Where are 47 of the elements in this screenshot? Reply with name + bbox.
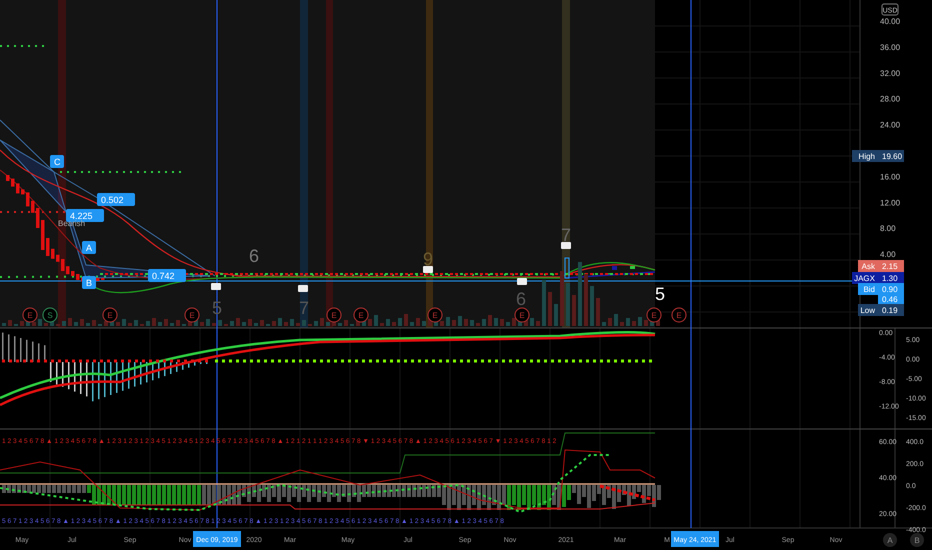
pattern-label: B [82, 276, 96, 289]
price-label-tag: Ask [858, 260, 878, 272]
price-label-tag: JAGX [852, 272, 878, 284]
price-value-tag: 19.60 [878, 150, 904, 162]
pattern-label: C [50, 155, 64, 168]
event-marker[interactable]: E [184, 308, 200, 322]
price-label-tag: Bid [858, 283, 878, 295]
axis-tick-label: 28.00 [880, 94, 900, 104]
wave-count: 9 [423, 249, 433, 269]
wave-count: 5 [655, 284, 665, 304]
axis-tick-label: 4.00 [880, 250, 896, 260]
axis-tick-label: 12.00 [880, 198, 900, 208]
event-marker[interactable]: E [326, 308, 342, 322]
price-label-tag: Low [858, 304, 878, 316]
scale-mode-button[interactable]: A [883, 533, 897, 547]
event-marker[interactable]: E [646, 308, 662, 322]
event-marker[interactable]: S [42, 308, 58, 322]
price-label-tag: High [852, 150, 878, 162]
axis-tick-label: 40.00 [880, 17, 900, 26]
event-marker[interactable]: E [428, 308, 442, 322]
event-marker[interactable]: E [102, 308, 118, 322]
pattern-label: A [82, 241, 96, 254]
axis-tick-label: 24.00 [880, 120, 900, 130]
price-value-tag: 1.30 [878, 272, 904, 284]
scale-mode-button[interactable]: B [910, 533, 924, 547]
pattern-label: 0.502 [97, 193, 135, 206]
event-marker[interactable]: E [672, 308, 686, 322]
wave-count: 6 [516, 289, 526, 309]
price-tag-icon [517, 278, 527, 285]
wave-count: 7 [299, 298, 309, 318]
price-tag-icon [298, 285, 308, 292]
event-marker[interactable]: E [354, 308, 368, 322]
price-value-tag: 2.15 [878, 260, 904, 272]
price-value-tag: 0.19 [878, 304, 904, 316]
axis-tick-label: 32.00 [880, 68, 900, 78]
price-tag-icon [561, 242, 571, 249]
price-tag-icon [211, 283, 221, 290]
event-marker[interactable]: E [22, 308, 38, 322]
price-tag-icon [423, 266, 433, 273]
axis-tick-label: 16.00 [880, 172, 900, 182]
event-marker[interactable]: E [514, 308, 530, 322]
axis-tick-label: 36.00 [880, 42, 900, 52]
wave-count: 6 [249, 246, 259, 266]
price-value-tag: 0.46 [878, 293, 904, 305]
pattern-label: 0.742 [148, 269, 186, 282]
axis-tick-label: 8.00 [880, 224, 896, 234]
wave-count: 7 [561, 225, 571, 245]
